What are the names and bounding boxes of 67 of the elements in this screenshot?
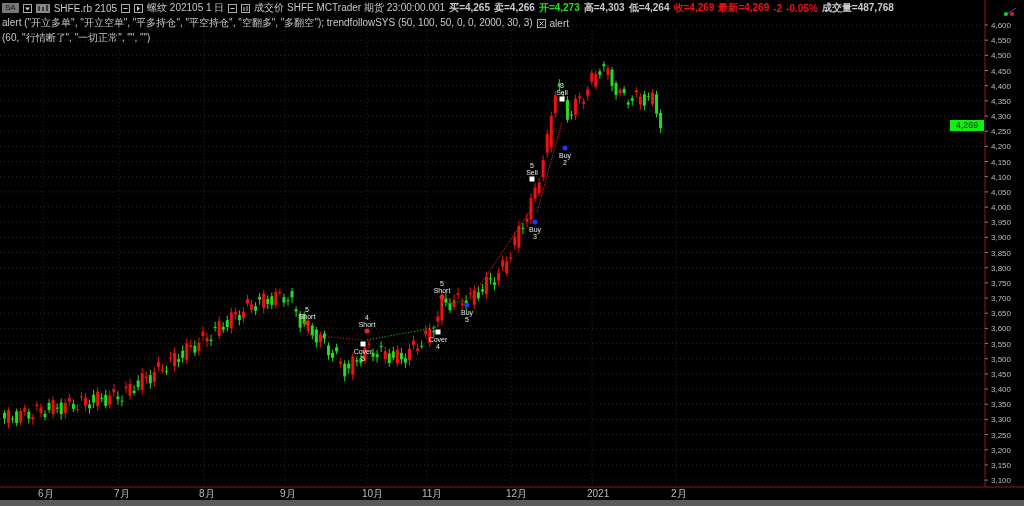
time-axis-label: 10月 bbox=[362, 488, 384, 499]
price-axis-label: 3,300 bbox=[991, 415, 1012, 425]
quote-value: 卖=4,266 bbox=[494, 1, 535, 15]
scrollbar[interactable] bbox=[0, 500, 1024, 506]
price-axis-label: 4,450 bbox=[991, 66, 1012, 76]
expand-icon[interactable] bbox=[134, 3, 144, 13]
time-axis-label: 12月 bbox=[506, 488, 528, 499]
price-axis-label: 4,600 bbox=[991, 21, 1012, 30]
price-axis-label: 3,150 bbox=[991, 460, 1012, 470]
price-axis-label: 3,600 bbox=[991, 324, 1012, 334]
price-axis-label: 3,550 bbox=[991, 339, 1012, 349]
time-axis-label: 7月 bbox=[114, 488, 130, 499]
price-axis-label: 4,150 bbox=[991, 157, 1012, 167]
price-axis-label: 4,550 bbox=[991, 36, 1012, 46]
dropdown-icon[interactable] bbox=[22, 3, 32, 13]
time-axis-label: 2月 bbox=[671, 488, 687, 499]
price-axis-label: 3,950 bbox=[991, 218, 1012, 228]
price-axis-label: 4,500 bbox=[991, 51, 1012, 61]
symbol-button[interactable]: SA bbox=[2, 3, 19, 13]
time-axis-label: 6月 bbox=[38, 488, 54, 499]
series-info: 螺纹 202105 1 日 bbox=[147, 1, 225, 15]
quote-value: 高=4,303 bbox=[583, 1, 625, 15]
trade-line bbox=[306, 334, 364, 341]
price-axis-label: 4,300 bbox=[991, 112, 1012, 121]
data-source: 成交价 SHFE MCTrader 期货 23:00:00.001 bbox=[254, 1, 446, 15]
study-parameters: alert ("开立多单", "开立空单", "平多持仓", "平空持仓", "空翻多", "多翻空"); trendfollowSYS (50, 100, 50, 0, 0, 2000, 30, 3) bbox=[2, 16, 533, 30]
close-icon[interactable] bbox=[536, 18, 546, 28]
time-axis-label: 2021 bbox=[587, 488, 610, 499]
price-axis-label: 3,500 bbox=[991, 354, 1012, 364]
price-axis-label: 3,100 bbox=[991, 476, 1012, 486]
bar-chart-icon[interactable] bbox=[241, 3, 251, 13]
study-parameters: (60, "行情断了", "一切正常", "", "") bbox=[2, 31, 151, 45]
time-axis-label: 8月 bbox=[199, 488, 215, 499]
quote-value: -2 bbox=[773, 2, 783, 14]
price-axis-label: 4,100 bbox=[991, 172, 1012, 182]
price-axis-label: 3,200 bbox=[991, 445, 1012, 455]
symbol-name: SHFE.rb 2105 bbox=[53, 2, 118, 14]
price-axis-label: 4,400 bbox=[991, 81, 1012, 91]
price-axis-label: 3,650 bbox=[991, 309, 1012, 319]
price-axis-label: 3,750 bbox=[991, 278, 1012, 288]
time-axis-label: 9月 bbox=[280, 488, 296, 499]
quote-value: 最新=4,269 bbox=[718, 1, 770, 15]
price-axis-label: 3,400 bbox=[991, 385, 1012, 395]
price-axis-label: 3,450 bbox=[991, 369, 1012, 379]
chart-type-icon[interactable] bbox=[35, 3, 50, 13]
quote-value: -0.05% bbox=[786, 2, 818, 14]
price-axis-label: 4,250 bbox=[991, 127, 1012, 137]
price-axis-label: 3,700 bbox=[991, 294, 1012, 304]
quote-value: 买=4,265 bbox=[449, 1, 490, 15]
quote-value: 低=4,264 bbox=[628, 1, 670, 15]
price-axis-label: 3,800 bbox=[991, 263, 1012, 273]
price-axis-label: 3,850 bbox=[991, 248, 1012, 258]
minus-icon[interactable] bbox=[121, 3, 131, 13]
quote-value: 成交量=487,768 bbox=[821, 1, 894, 15]
price-axis-label: 4,050 bbox=[991, 187, 1012, 197]
price-axis-label: 3,250 bbox=[991, 430, 1012, 440]
price-axis-label: 4,000 bbox=[991, 203, 1012, 213]
price-axis-label: 4,350 bbox=[991, 96, 1012, 106]
price-axis-label: 3,350 bbox=[991, 400, 1012, 410]
quote-value: 开=4,273 bbox=[538, 1, 580, 15]
minus-icon[interactable] bbox=[228, 3, 238, 13]
quote-value: 收=4,269 bbox=[673, 1, 715, 15]
last-price-tag: 4,269 bbox=[950, 120, 984, 131]
price-axis-label: 3,900 bbox=[991, 233, 1012, 243]
time-axis-label: 11月 bbox=[422, 488, 443, 499]
study-name: alert bbox=[549, 17, 569, 29]
price-axis-label: 4,200 bbox=[991, 142, 1012, 152]
